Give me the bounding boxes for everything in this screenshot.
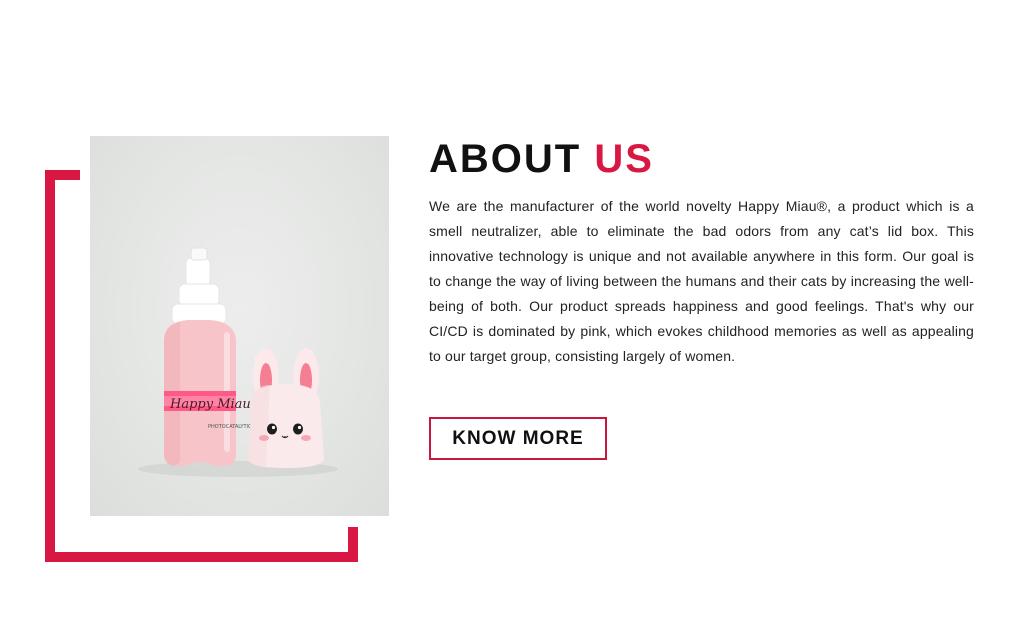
bunny-cap: [248, 348, 324, 468]
frame-left-segment: [45, 170, 55, 562]
about-description: We are the manufacturer of the world nov…: [429, 198, 974, 364]
know-more-button[interactable]: KNOW MORE: [429, 417, 607, 460]
frame-right-segment: [348, 527, 358, 562]
title-accent: US: [594, 137, 654, 181]
frame-bottom-segment: [45, 552, 358, 562]
spray-bottle: Happy Miau PHOTOCATALYTIC: [164, 247, 252, 466]
product-photo: Happy Miau PHOTOCATALYTIC: [90, 136, 389, 516]
product-illustration: Happy Miau PHOTOCATALYTIC: [138, 247, 338, 477]
bottle-sublabel-text: PHOTOCATALYTIC: [208, 424, 252, 430]
about-section: ABOUT US We are the manufacturer of the …: [429, 136, 974, 460]
bottle-label-text: Happy Miau: [169, 397, 251, 412]
title-main: ABOUT: [429, 137, 582, 181]
section-title: ABOUT US: [429, 136, 974, 182]
